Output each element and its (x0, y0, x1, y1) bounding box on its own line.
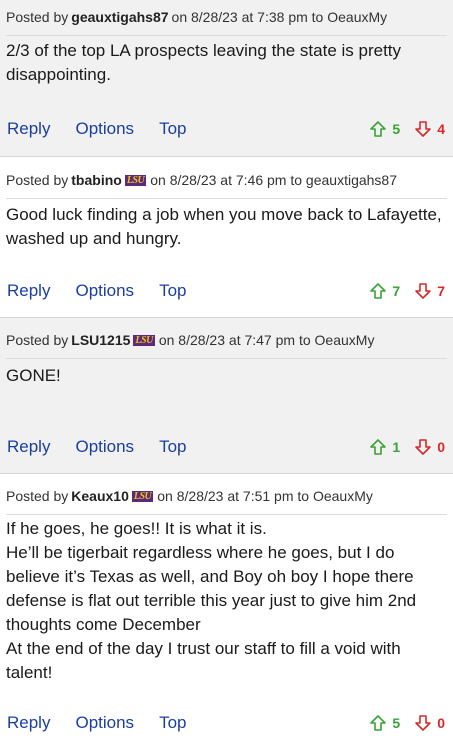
upvote-count: 1 (392, 439, 401, 455)
post-text: 2/3 of the top LA prospects leaving the … (6, 41, 402, 84)
reply-button[interactable]: Reply (7, 713, 50, 733)
to-label: to (311, 9, 324, 25)
post-body: Good luck finding a job when you move ba… (6, 203, 445, 251)
top-button[interactable]: Top (159, 119, 186, 139)
post-text: At the end of the day I trust our staff … (6, 639, 401, 682)
arrow-up-icon (370, 439, 387, 455)
downvote-button[interactable]: 0 (414, 438, 445, 456)
post-time: at 7:38 pm (241, 9, 308, 25)
posted-by-label: Posted by (6, 172, 69, 188)
post-time: at 7:47 pm (228, 332, 296, 348)
post: Posted by LSU1215 LSU on 8/28/23 at 7:47… (0, 317, 453, 473)
post-meta: Posted by geauxtigahs87 on 8/28/23 at 7:… (6, 0, 447, 36)
arrow-up-icon (370, 121, 387, 137)
post-time: at 7:51 pm (227, 488, 294, 504)
post-meta: Posted by LSU1215 LSU on 8/28/23 at 7:47… (6, 322, 447, 359)
arrow-down-icon (415, 439, 432, 455)
lsu-badge-icon: LSU (124, 174, 147, 186)
post: Posted by Keaux10 LSU on 8/28/23 at 7:51… (0, 473, 453, 750)
upvote-button[interactable]: 5 (369, 120, 400, 138)
arrow-down-icon (415, 121, 432, 137)
arrow-up-icon (370, 715, 387, 731)
to-label: to (297, 488, 310, 504)
author-link[interactable]: geauxtigahs87 (71, 9, 168, 25)
post-actions: Reply Options Top 5 4 (7, 116, 445, 142)
downvote-button[interactable]: 7 (414, 282, 445, 300)
post-text: GONE! (6, 366, 61, 385)
top-button[interactable]: Top (159, 281, 186, 301)
upvote-count: 5 (392, 121, 401, 137)
post-date: 8/28/23 (169, 172, 217, 188)
options-button[interactable]: Options (75, 713, 134, 733)
post: Posted by tbabino LSU on 8/28/23 at 7:46… (0, 156, 453, 317)
lsu-badge-icon: LSU (131, 490, 154, 502)
downvote-count: 4 (437, 121, 445, 137)
options-button[interactable]: Options (75, 437, 134, 457)
upvote-count: 5 (392, 715, 401, 731)
on-label: on (150, 172, 166, 188)
options-button[interactable]: Options (75, 119, 134, 139)
post-text: If he goes, he goes!! It is what it is. (6, 519, 267, 538)
top-button[interactable]: Top (159, 713, 186, 733)
reply-to-user[interactable]: geauxtigahs87 (306, 172, 397, 188)
downvote-count: 7 (437, 283, 445, 299)
post-actions: Reply Options Top 5 0 (7, 710, 445, 736)
reply-to-user[interactable]: OeauxMy (313, 488, 373, 504)
on-label: on (158, 332, 175, 348)
vote-controls: 5 0 (355, 714, 445, 732)
to-label: to (298, 332, 311, 348)
post-date: 8/28/23 (176, 488, 224, 504)
posted-by-label: Posted by (6, 9, 69, 25)
downvote-button[interactable]: 4 (414, 120, 445, 138)
arrow-down-icon (415, 715, 432, 731)
vote-controls: 1 0 (355, 438, 445, 456)
on-label: on (157, 488, 173, 504)
post: Posted by geauxtigahs87 on 8/28/23 at 7:… (0, 0, 453, 156)
vote-controls: 5 4 (355, 120, 445, 138)
arrow-up-icon (370, 283, 387, 299)
post-date: 8/28/23 (191, 9, 238, 25)
reply-button[interactable]: Reply (7, 281, 50, 301)
vote-controls: 7 7 (355, 282, 445, 300)
author-link[interactable]: Keaux10 (71, 488, 129, 504)
downvote-button[interactable]: 0 (414, 714, 445, 732)
reply-to-user[interactable]: OeauxMy (315, 332, 375, 348)
arrow-down-icon (415, 283, 432, 299)
post-body: 2/3 of the top LA prospects leaving the … (6, 39, 445, 87)
upvote-button[interactable]: 7 (369, 282, 400, 300)
reply-button[interactable]: Reply (7, 437, 50, 457)
upvote-button[interactable]: 5 (369, 714, 400, 732)
post-date: 8/28/23 (178, 332, 226, 348)
posted-by-label: Posted by (6, 488, 69, 504)
upvote-count: 7 (392, 283, 401, 299)
post-actions: Reply Options Top 1 0 (7, 434, 445, 460)
post-time: at 7:46 pm (220, 172, 287, 188)
reply-to-user[interactable]: OeauxMy (327, 9, 387, 25)
post-body: If he goes, he goes!! It is what it is. … (6, 517, 445, 685)
post-body: GONE! (6, 364, 445, 388)
on-label: on (171, 9, 188, 25)
upvote-button[interactable]: 1 (369, 438, 400, 456)
downvote-count: 0 (437, 715, 445, 731)
author-link[interactable]: LSU1215 (71, 332, 130, 348)
to-label: to (290, 172, 303, 188)
posted-by-label: Posted by (6, 332, 69, 348)
post-meta: Posted by tbabino LSU on 8/28/23 at 7:46… (6, 162, 447, 199)
downvote-count: 0 (437, 439, 445, 455)
post-text: He’ll be tigerbait regardless where he g… (6, 543, 417, 634)
post-meta: Posted by Keaux10 LSU on 8/28/23 at 7:51… (6, 478, 447, 515)
author-link[interactable]: tbabino (71, 172, 122, 188)
reply-button[interactable]: Reply (7, 119, 50, 139)
lsu-badge-icon: LSU (133, 334, 155, 346)
top-button[interactable]: Top (159, 437, 186, 457)
options-button[interactable]: Options (75, 281, 134, 301)
post-actions: Reply Options Top 7 7 (7, 278, 445, 304)
post-text: Good luck finding a job when you move ba… (6, 205, 442, 248)
